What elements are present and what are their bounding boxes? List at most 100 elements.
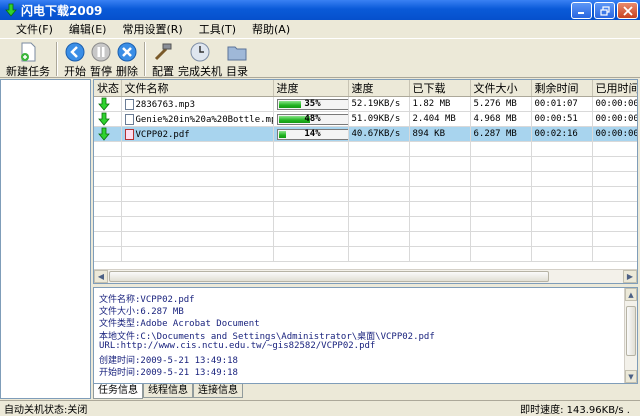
empty-cell <box>592 246 637 262</box>
elapsed-cell: 00:00:00 <box>592 126 637 142</box>
menu-edit[interactable]: 编辑(E) <box>61 21 115 37</box>
column-header-downloaded[interactable]: 已下载 <box>409 80 471 97</box>
tab-task-info[interactable]: 任务信息 <box>93 384 143 399</box>
window-title: 闪电下载2009 <box>21 3 103 18</box>
progress-cell: 35% <box>273 96 349 112</box>
restore-button[interactable] <box>594 2 615 19</box>
column-header-elapsed[interactable]: 已用时间 <box>592 80 637 97</box>
filename-cell: 2836763.mp3 <box>121 96 274 112</box>
vertical-scrollbar[interactable]: ▲ ▼ <box>624 288 637 383</box>
new-task-icon <box>17 41 39 63</box>
empty-cell <box>592 186 637 202</box>
empty-cell <box>94 171 122 187</box>
table-row[interactable]: Genie%20in%20a%20Bottle.mp3 48% 51.09KB/… <box>94 111 637 127</box>
empty-cell <box>592 141 637 157</box>
start-button[interactable]: 开始 <box>62 39 88 79</box>
status-cell <box>94 96 122 112</box>
empty-cell <box>273 246 349 262</box>
tab-thread-info[interactable]: 线程信息 <box>143 384 193 398</box>
scroll-left-button[interactable]: ◀ <box>94 270 108 283</box>
downloaded-cell: 894 KB <box>409 126 471 142</box>
column-header-filename[interactable]: 文件名称 <box>121 80 274 97</box>
column-header-progress[interactable]: 进度 <box>273 80 349 97</box>
table-row[interactable]: 2836763.mp3 35% 52.19KB/s 1.82 MB 5.276 … <box>94 96 637 112</box>
menu-settings[interactable]: 常用设置(R) <box>114 21 190 37</box>
status-cell <box>94 126 122 142</box>
category-pane[interactable] <box>0 79 91 399</box>
lightning-download-icon <box>5 3 17 17</box>
downloaded-cell: 1.82 MB <box>409 96 471 112</box>
empty-cell <box>531 171 593 187</box>
audio-file-icon <box>124 113 134 125</box>
new-task-button[interactable]: 新建任务 <box>4 39 52 79</box>
column-header-status[interactable]: 状态 <box>94 80 122 97</box>
empty-cell <box>470 171 532 187</box>
empty-row <box>94 246 637 262</box>
progress-text: 48% <box>304 113 321 124</box>
tab-connection-info[interactable]: 连接信息 <box>193 384 243 398</box>
toolbar: 新建任务 开始 暂停 删除 配置 完成关机 目录 <box>0 38 640 78</box>
scroll-right-button[interactable]: ▶ <box>623 270 637 283</box>
column-header-size[interactable]: 文件大小 <box>470 80 532 97</box>
empty-cell <box>121 186 274 202</box>
empty-cell <box>470 231 532 247</box>
column-header-remaining[interactable]: 剩余时间 <box>531 80 593 97</box>
progress-bar: 48% <box>276 113 347 125</box>
empty-cell <box>592 216 637 232</box>
empty-cell <box>273 186 349 202</box>
menu-file[interactable]: 文件(F) <box>8 21 61 37</box>
size-cell: 4.968 MB <box>470 111 532 127</box>
info-filename: 文件名称:VCPP02.pdf <box>99 295 195 305</box>
new-task-label: 新建任务 <box>6 65 50 78</box>
close-icon <box>622 5 633 16</box>
close-button[interactable] <box>617 2 638 19</box>
menu-help[interactable]: 帮助(A) <box>244 21 298 37</box>
scrollbar-thumb[interactable] <box>626 306 636 356</box>
empty-row <box>94 231 637 247</box>
status-cell <box>94 111 122 127</box>
scrollbar-thumb[interactable] <box>109 271 549 282</box>
progress-bar: 14% <box>276 128 347 140</box>
menu-tools[interactable]: 工具(T) <box>191 21 244 37</box>
instant-speed: 即时速度: 143.96KB/s . <box>520 405 630 416</box>
empty-cell <box>94 231 122 247</box>
minimize-icon <box>578 12 584 14</box>
empty-cell <box>273 171 349 187</box>
start-label: 开始 <box>64 65 86 78</box>
filename-text: VCPP02.pdf <box>135 129 190 140</box>
minimize-button[interactable] <box>571 2 592 19</box>
downloaded-cell: 2.404 MB <box>409 111 471 127</box>
empty-cell <box>470 246 532 262</box>
info-local-file: 本地文件:C:\Documents and Settings\Administr… <box>99 331 435 342</box>
pause-button[interactable]: 暂停 <box>88 39 114 79</box>
empty-cell <box>121 216 274 232</box>
empty-cell <box>531 186 593 202</box>
config-label: 配置 <box>152 65 174 78</box>
empty-cell <box>592 231 637 247</box>
empty-row <box>94 171 637 187</box>
filename-cell: Genie%20in%20a%20Bottle.mp3 <box>121 111 274 127</box>
download-arrow-icon <box>98 112 110 126</box>
table-row-selected[interactable]: VCPP02.pdf 14% 40.67KB/s 894 KB 6.287 MB… <box>94 126 637 142</box>
menu-bar: 文件(F) 编辑(E) 常用设置(R) 工具(T) 帮助(A) <box>0 20 640 38</box>
info-filetype: 文件类型:Adobe Acrobat Document <box>99 319 260 330</box>
scroll-up-button[interactable]: ▲ <box>625 288 637 301</box>
horizontal-scrollbar[interactable]: ◀ ▶ <box>94 269 637 283</box>
empty-row <box>94 201 637 217</box>
empty-cell <box>121 156 274 172</box>
speed-cell: 52.19KB/s <box>348 96 410 112</box>
directory-button[interactable]: 目录 <box>224 39 250 79</box>
empty-cell <box>409 231 471 247</box>
shutdown-on-complete-button[interactable]: 完成关机 <box>176 39 224 79</box>
empty-cell <box>348 201 410 217</box>
empty-cell <box>409 141 471 157</box>
scroll-down-button[interactable]: ▼ <box>625 370 637 383</box>
task-info-panel: 文件名称:VCPP02.pdf 文件大小:6.287 MB 文件类型:Adobe… <box>93 287 638 384</box>
delete-button[interactable]: 删除 <box>114 39 140 79</box>
empty-cell <box>121 231 274 247</box>
empty-cell <box>94 156 122 172</box>
empty-cell <box>470 186 532 202</box>
folder-icon <box>226 41 248 63</box>
column-header-speed[interactable]: 速度 <box>348 80 410 97</box>
config-button[interactable]: 配置 <box>150 39 176 79</box>
